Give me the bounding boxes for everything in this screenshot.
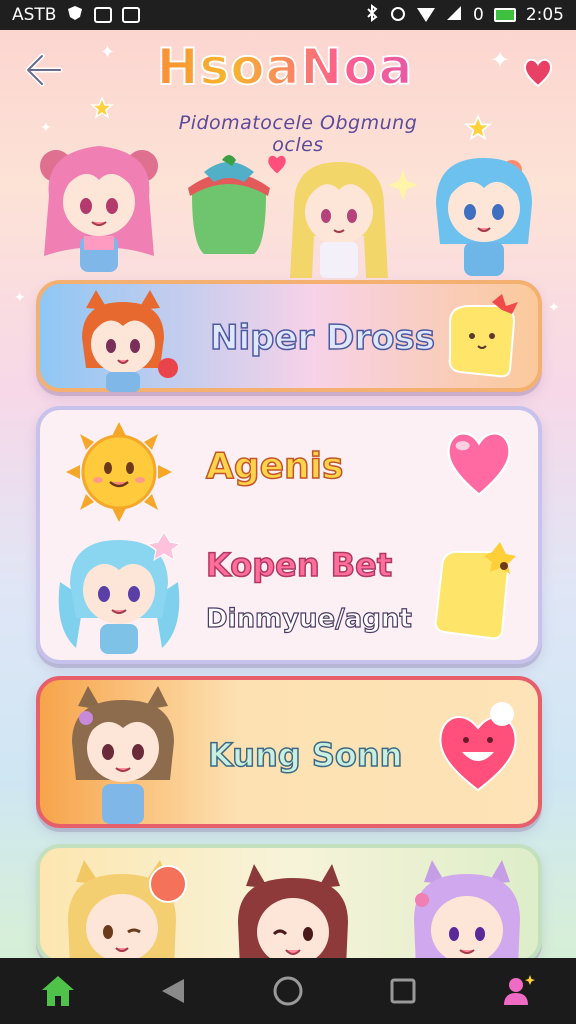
sparkle-icon <box>388 170 418 200</box>
sparkle-icon: ✦ <box>548 300 560 316</box>
card-label-niper-dross: Niper Dross <box>209 317 435 359</box>
image-notification-icon <box>122 7 141 23</box>
card-label-kopen-bet: Kopen Bet <box>205 545 393 585</box>
nav-back-button[interactable] <box>147 965 199 1017</box>
arrow-left-icon <box>25 53 63 87</box>
menu-card-niper-dross[interactable]: Niper Dross <box>36 280 542 392</box>
status-bar: ASTB 0 2:05 <box>0 0 576 30</box>
heart-icon <box>520 54 556 94</box>
nav-recents-icon <box>390 978 416 1004</box>
home-icon <box>41 976 74 1006</box>
hero-characters <box>0 130 576 280</box>
menu-card-kung-sonn[interactable]: Kung Sonn <box>36 676 542 828</box>
brown-cat-girl-avatar <box>72 686 174 824</box>
green-hair-character-illustration <box>188 155 270 254</box>
data-text: 0 <box>472 5 484 25</box>
purple-hair-cat-girl-avatar <box>414 860 520 968</box>
clock-time: 2:05 <box>525 5 564 25</box>
blonde-girl-illustration <box>290 162 388 278</box>
blue-hair-girl-illustration <box>436 158 532 276</box>
orange-cat-girl-avatar <box>82 290 178 392</box>
profile-button[interactable] <box>492 965 544 1017</box>
card-label-kung-sonn: Kung Sonn <box>207 735 403 775</box>
nav-home-circle-button[interactable] <box>262 965 314 1017</box>
dark-hair-cat-girl-avatar <box>238 864 348 968</box>
bottom-nav-bar <box>0 958 576 1024</box>
menu-card-agenis[interactable]: Agenis Kopen Bet Dinmyue/agnt <box>36 406 542 664</box>
star-icon <box>89 96 115 124</box>
signal-icon <box>445 4 463 27</box>
yellow-toast-icon <box>434 542 516 640</box>
notification-icon <box>94 7 113 23</box>
blonde-cat-girl-avatar <box>68 860 187 968</box>
nav-recents-button[interactable] <box>377 965 429 1017</box>
card-label-dinmyue-agnt: Dinmyue/agnt <box>205 603 412 634</box>
nav-home-circle-icon <box>273 976 303 1006</box>
sparkle-icon: ✦ <box>100 42 116 63</box>
pink-heart-icon <box>447 432 511 497</box>
shield-status-icon <box>66 4 84 27</box>
alarm-icon <box>389 4 407 27</box>
nav-back-icon <box>161 979 184 1003</box>
card-label-agenis: Agenis <box>205 445 344 488</box>
pink-hair-girl-illustration <box>40 146 158 272</box>
yellow-blob-with-bow-icon <box>448 294 518 378</box>
sparkle-icon: ✦ <box>490 46 511 74</box>
blue-pigtail-girl-avatar <box>58 531 182 654</box>
carrier-text: ASTB <box>12 5 57 25</box>
bluetooth-icon <box>365 3 379 27</box>
menu-card-friends[interactable] <box>36 844 542 968</box>
sun-character-avatar <box>66 422 172 522</box>
home-button[interactable] <box>32 965 84 1017</box>
battery-icon <box>493 8 516 22</box>
back-button[interactable] <box>20 50 66 90</box>
sparkle-icon: ✦ <box>14 290 26 306</box>
wifi-icon <box>416 8 435 22</box>
profile-icon <box>504 975 536 1005</box>
heart-face-icon <box>439 702 517 792</box>
app-title: HsoaNoa <box>120 37 450 97</box>
